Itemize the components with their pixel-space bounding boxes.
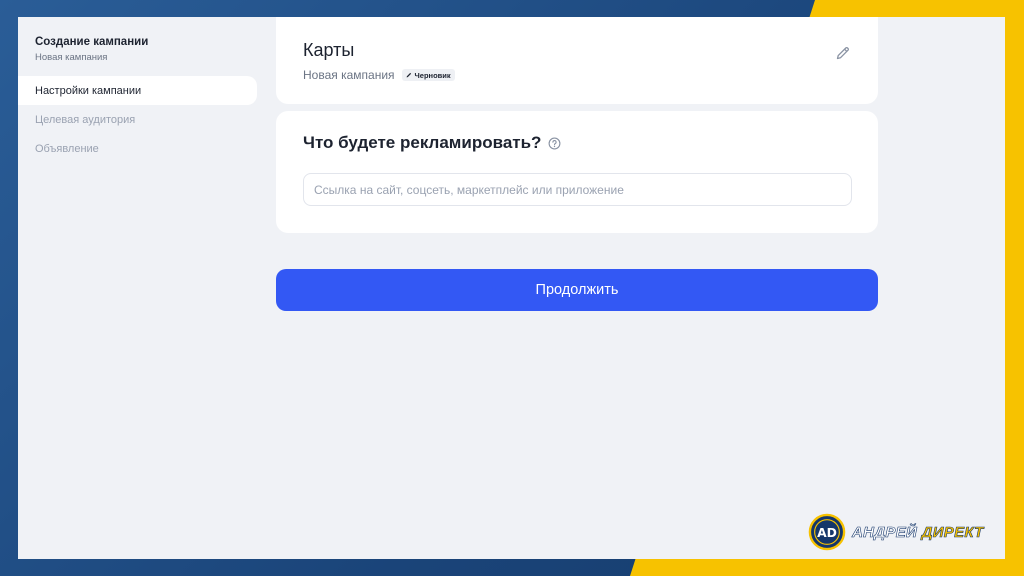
continue-button[interactable]: Продолжить: [276, 269, 878, 311]
campaign-card: Карты Новая кампания Черновик: [276, 17, 878, 104]
app-window: Создание кампании Новая кампания Настрой…: [18, 17, 1005, 559]
monogram-text: AD: [817, 526, 837, 540]
sidebar-item-ad[interactable]: Объявление: [18, 134, 257, 163]
ad-target-card: Что будете рекламировать?: [276, 111, 878, 233]
sidebar-header: Создание кампании Новая кампания: [35, 36, 148, 63]
status-badge-label: Черновик: [414, 70, 451, 80]
watermark-logo: AD АНДРЕЙ ДИРЕКТ: [808, 513, 984, 551]
sidebar-title: Создание кампании: [35, 36, 149, 48]
watermark-word-2: ДИРЕКТ: [921, 523, 984, 541]
ad-monogram-logo: AD: [808, 513, 846, 551]
watermark-text: АНДРЕЙ ДИРЕКТ: [852, 523, 984, 541]
site-url-input[interactable]: [303, 173, 852, 206]
pencil-small-icon: [406, 72, 411, 78]
sidebar-item-target-audience[interactable]: Целевая аудитория: [18, 105, 257, 134]
watermark-word-1: АНДРЕЙ: [852, 523, 918, 541]
ad-question-title: Что будете рекламировать?: [303, 133, 542, 152]
campaign-title: Карты: [303, 40, 355, 60]
pencil-icon[interactable]: [835, 45, 851, 61]
question-circle-icon[interactable]: [548, 137, 561, 150]
sidebar: Создание кампании Новая кампания Настрой…: [18, 17, 258, 559]
ad-question-row: Что будете рекламировать?: [303, 133, 561, 153]
sidebar-item-campaign-settings[interactable]: Настройки кампании: [18, 76, 257, 105]
status-badge: Черновик: [401, 69, 455, 81]
campaign-subtitle: Новая кампания: [303, 68, 395, 82]
sidebar-subtitle: Новая кампания: [35, 52, 108, 63]
campaign-subtitle-row: Новая кампания Черновик: [303, 68, 455, 82]
